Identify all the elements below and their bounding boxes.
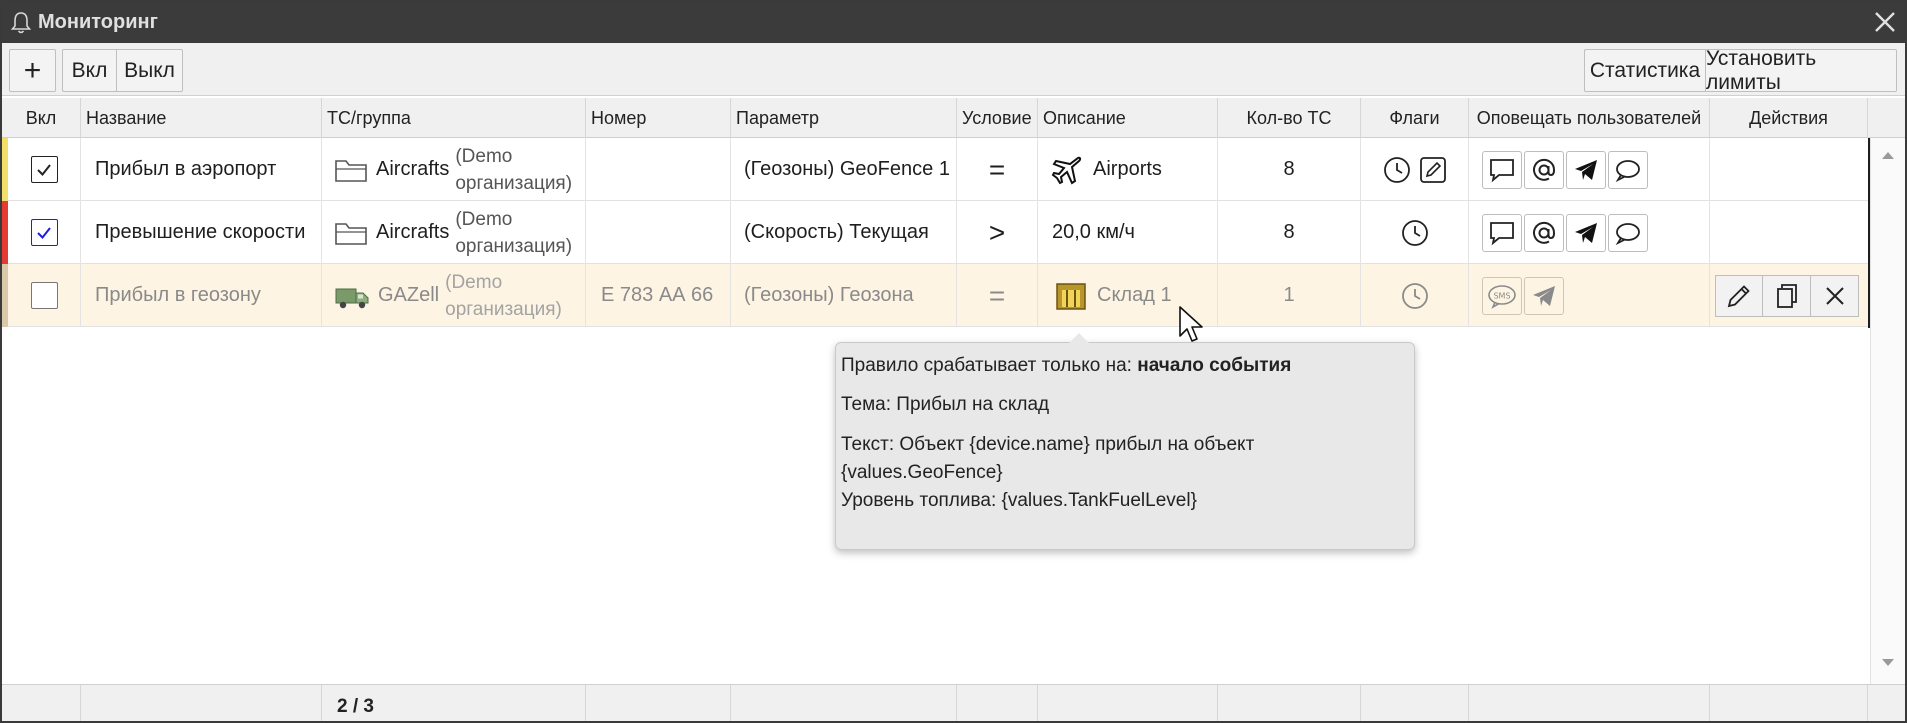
description-text: Airports <box>1093 158 1162 180</box>
chat-icon[interactable] <box>1608 213 1648 252</box>
tooltip-trigger: Правило срабатывает только на: начало со… <box>841 353 1409 379</box>
group-name: GAZell <box>378 284 440 306</box>
truck-icon <box>335 288 369 308</box>
folder-icon <box>335 159 367 182</box>
add-rule-button[interactable]: + <box>9 49 56 92</box>
column-header-number[interactable]: Номер <box>586 98 731 138</box>
table-row[interactable]: Превышение скорости Aircrafts (Demo орга… <box>2 201 1868 264</box>
table-row[interactable]: Прибыл в геозону GAZell (Demo организаци… <box>2 264 1868 327</box>
tooltip-subject: Тема: Прибыл на склад <box>841 394 1050 415</box>
enable-button[interactable]: Вкл <box>62 49 116 92</box>
sms-icon[interactable]: SMS <box>1482 276 1522 315</box>
clock-icon <box>1383 156 1410 183</box>
table-header: Вкл Название ТС/группа Номер Параметр Ус… <box>2 98 1905 138</box>
delete-icon <box>1825 286 1844 305</box>
scroll-down-icon[interactable] <box>1881 658 1895 668</box>
tooltip-trigger-label: Правило срабатывает только на: <box>841 355 1132 376</box>
tooltip-text-line1: Текст: Объект {device.name} прибыл на об… <box>841 434 1255 483</box>
edit-note-icon <box>1419 156 1446 183</box>
copy-rule-button[interactable] <box>1763 274 1811 317</box>
close-icon[interactable] <box>1871 8 1899 36</box>
window-title: Мониторинг <box>38 11 158 33</box>
copy-icon <box>1776 283 1797 308</box>
column-header-enabled[interactable]: Вкл <box>2 98 81 138</box>
set-limits-button[interactable]: Установить лимиты <box>1705 47 1897 94</box>
clock-icon <box>1401 282 1428 309</box>
rule-tooltip: Правило срабатывает только на: начало со… <box>835 333 1415 550</box>
tooltip-trigger-value: начало события <box>1137 355 1292 376</box>
group-name: Aircrafts <box>376 221 450 243</box>
folder-icon <box>335 222 367 245</box>
vehicle-number: Е 783 АА 66 <box>586 264 731 327</box>
chat-icon[interactable] <box>1608 150 1648 189</box>
parameter: (Геозоны) Геозона <box>731 264 957 327</box>
enabled-checkbox[interactable] <box>30 156 58 183</box>
column-header-flags[interactable]: Флаги <box>1361 98 1469 138</box>
airplane-icon <box>1050 153 1083 186</box>
condition: = <box>957 138 1038 201</box>
titlebar: Мониторинг <box>2 2 1905 43</box>
statistics-button[interactable]: Статистика <box>1584 49 1705 92</box>
tooltip-text-line2: Уровень топлива: {values.TankFuelLevel} <box>841 490 1197 511</box>
clock-icon <box>1401 219 1428 246</box>
check-icon <box>37 226 51 239</box>
vehicle-count: 8 <box>1218 138 1361 201</box>
table-footer: 2 / 3 <box>2 684 1905 721</box>
vehicle-number <box>586 138 731 201</box>
bell-icon <box>10 11 32 33</box>
monitoring-window: Мониторинг + Вкл Выкл Статистика Установ… <box>0 0 1907 723</box>
vehicle-count: 1 <box>1218 264 1361 327</box>
svg-text:SMS: SMS <box>1493 291 1510 300</box>
delete-rule-button[interactable] <box>1811 274 1859 317</box>
enabled-checkbox[interactable] <box>30 219 58 246</box>
group-organization: (Demo организация) <box>455 145 573 194</box>
parameter: (Скорость) Текущая <box>731 201 957 264</box>
description-text: 20,0 км/ч <box>1038 201 1218 264</box>
rule-name: Прибыл в аэропорт <box>81 138 322 201</box>
condition: = <box>957 264 1038 327</box>
mouse-cursor-icon <box>1179 306 1203 342</box>
telegram-icon[interactable] <box>1524 276 1564 315</box>
enabled-checkbox[interactable] <box>30 282 58 309</box>
check-icon <box>37 163 51 176</box>
telegram-icon[interactable] <box>1566 213 1606 252</box>
column-header-name[interactable]: Название <box>81 98 322 138</box>
email-icon[interactable] <box>1524 213 1564 252</box>
column-header-count[interactable]: Кол-во ТС <box>1218 98 1361 138</box>
edit-rule-button[interactable] <box>1715 274 1763 317</box>
table-row[interactable]: Прибыл в аэропорт Aircrafts (Demo органи… <box>2 138 1868 201</box>
disable-button[interactable]: Выкл <box>116 49 183 92</box>
scroll-up-icon[interactable] <box>1881 150 1895 160</box>
condition: > <box>957 201 1038 264</box>
column-header-parameter[interactable]: Параметр <box>731 98 957 138</box>
message-icon[interactable] <box>1482 213 1522 252</box>
column-header-notify[interactable]: Оповещать пользователей <box>1469 98 1710 138</box>
column-header-description[interactable]: Описание <box>1038 98 1218 138</box>
tooltip-arrow <box>1069 333 1089 343</box>
group-name: Aircrafts <box>376 158 450 180</box>
rule-name: Прибыл в геозону <box>81 264 322 327</box>
vehicle-number <box>586 201 731 264</box>
rule-name: Превышение скорости <box>81 201 322 264</box>
column-header-actions[interactable]: Действия <box>1710 98 1868 138</box>
vehicle-count: 8 <box>1218 201 1361 264</box>
email-icon[interactable] <box>1524 150 1564 189</box>
rules-count: 2 / 3 <box>322 685 586 721</box>
edit-icon <box>1727 284 1750 307</box>
message-icon[interactable] <box>1482 150 1522 189</box>
telegram-icon[interactable] <box>1566 150 1606 189</box>
parameter: (Геозоны) GeoFence 1 <box>731 138 957 201</box>
group-organization: (Demo организация) <box>455 208 573 257</box>
warehouse-icon <box>1054 279 1087 312</box>
column-header-condition[interactable]: Условие <box>957 98 1038 138</box>
column-header-group[interactable]: ТС/группа <box>322 98 586 138</box>
group-organization: (Demo организация) <box>445 271 562 320</box>
vertical-scrollbar[interactable] <box>1870 138 1905 684</box>
toolbar: + Вкл Выкл Статистика Установить лимиты <box>2 43 1905 96</box>
description-text: Склад 1 <box>1097 284 1172 306</box>
